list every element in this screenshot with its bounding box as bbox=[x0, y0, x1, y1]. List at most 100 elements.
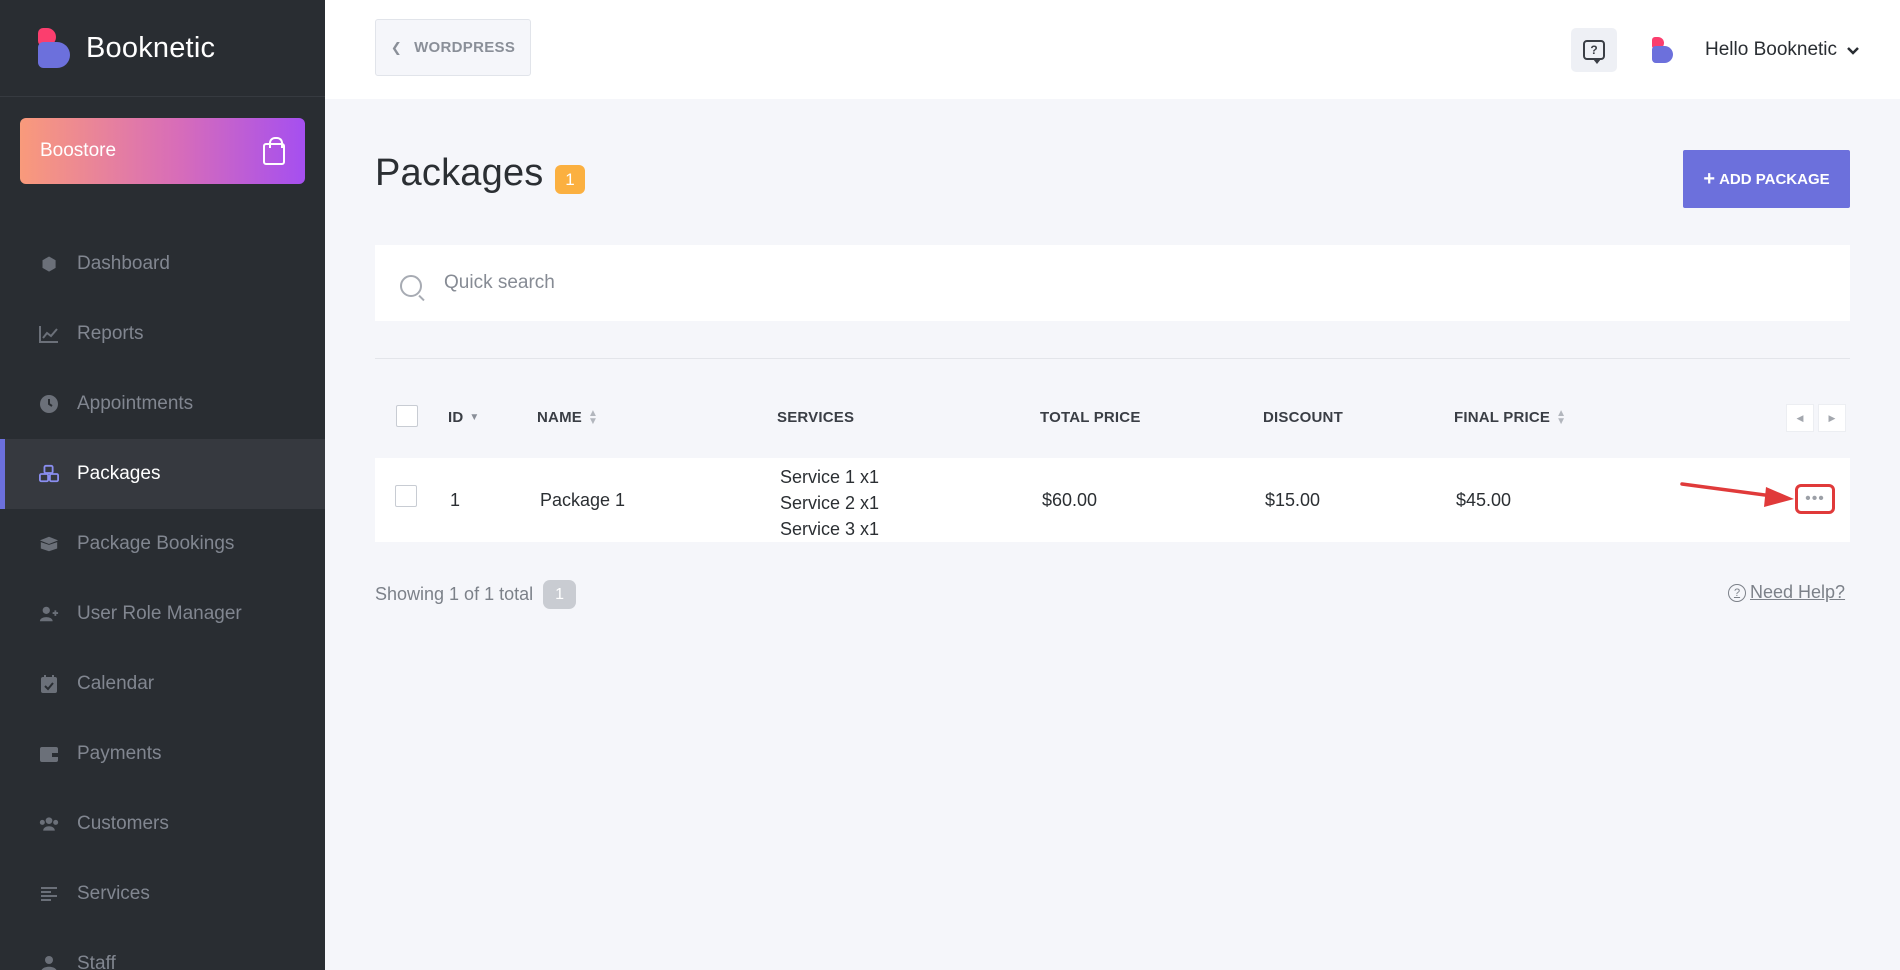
showing-text: Showing 1 of 1 total bbox=[375, 584, 534, 604]
sidebar-item-packages[interactable]: Packages bbox=[0, 439, 325, 509]
sidebar-item-label: Packages bbox=[77, 463, 161, 484]
service-item: Service 2 x1 bbox=[780, 493, 880, 513]
clock-icon bbox=[39, 394, 59, 414]
cell-total-price: $60.00 bbox=[1042, 490, 1098, 510]
user-avatar[interactable] bbox=[1652, 37, 1674, 63]
sidebar-item-dashboard[interactable]: ⬢ Dashboard bbox=[0, 229, 325, 299]
boostore-button[interactable]: Boostore bbox=[20, 118, 305, 184]
annotation-arrow bbox=[1680, 482, 1794, 507]
page-title: Packages bbox=[375, 152, 544, 194]
brand[interactable]: Booknetic bbox=[0, 0, 325, 97]
shopping-bag-icon bbox=[263, 136, 285, 165]
sidebar: Booknetic Boostore ⬢ Dashboard Reports A… bbox=[0, 0, 325, 970]
question-bubble-icon: ? bbox=[1583, 40, 1605, 64]
sidebar-item-label: Customers bbox=[77, 813, 169, 834]
brand-name: Booknetic bbox=[86, 31, 216, 64]
booknetic-logo-icon bbox=[38, 28, 72, 68]
sidebar-item-user-role-manager[interactable]: User Role Manager bbox=[0, 579, 325, 649]
sidebar-item-label: Staff bbox=[77, 953, 116, 970]
user-menu[interactable]: Hello Booknetic bbox=[1705, 36, 1859, 64]
sort-icon: ▲ ▼ bbox=[1556, 407, 1567, 427]
search-icon bbox=[400, 275, 422, 297]
sort-desc-icon: ▼ bbox=[469, 411, 480, 423]
count-badge: 1 bbox=[555, 165, 585, 194]
column-label: ID bbox=[448, 409, 464, 426]
table-row[interactable]: 1 Package 1 Service 1 x1 Service 2 x1 Se… bbox=[375, 458, 1850, 542]
chevron-down-icon bbox=[1847, 43, 1859, 58]
question-circle-icon: ? bbox=[1728, 583, 1746, 602]
service-item: Service 1 x1 bbox=[780, 467, 880, 487]
chart-line-icon bbox=[39, 324, 59, 344]
calendar-check-icon bbox=[39, 674, 59, 694]
user-plus-icon bbox=[39, 604, 59, 624]
divider bbox=[375, 358, 1850, 359]
cell-discount: $15.00 bbox=[1265, 490, 1321, 510]
column-label: FINAL PRICE bbox=[1454, 409, 1551, 426]
search-input[interactable] bbox=[444, 272, 1744, 294]
sidebar-item-label: Payments bbox=[77, 743, 162, 764]
sidebar-item-services[interactable]: Services bbox=[0, 859, 325, 929]
sidebar-item-staff[interactable]: Staff bbox=[0, 929, 325, 970]
select-all-checkbox[interactable] bbox=[396, 405, 418, 427]
sidebar-item-customers[interactable]: Customers bbox=[0, 789, 325, 859]
column-label: SERVICES bbox=[777, 409, 855, 426]
column-label: TOTAL PRICE bbox=[1040, 409, 1141, 426]
sidebar-item-label: User Role Manager bbox=[77, 603, 242, 624]
service-item: Service 3 x1 bbox=[780, 519, 880, 539]
align-left-icon bbox=[39, 884, 59, 904]
users-icon bbox=[39, 814, 59, 834]
plus-icon: + bbox=[1703, 167, 1716, 190]
row-checkbox[interactable] bbox=[395, 485, 417, 507]
need-help-link[interactable]: ? Need Help? bbox=[1728, 582, 1845, 603]
row-actions-button[interactable]: ••• bbox=[1795, 484, 1835, 514]
showing-summary: Showing 1 of 1 total 1 bbox=[375, 580, 577, 609]
caret-right-icon: ▶ bbox=[1828, 412, 1836, 423]
wallet-icon bbox=[39, 744, 59, 764]
page-number-badge[interactable]: 1 bbox=[543, 580, 577, 609]
column-header-discount: DISCOUNT bbox=[1263, 409, 1343, 426]
add-package-label: ADD PACKAGE bbox=[1719, 170, 1830, 188]
boostore-label: Boostore bbox=[40, 140, 117, 161]
scroll-right-button[interactable]: ▶ bbox=[1818, 404, 1846, 432]
sidebar-item-label: Services bbox=[77, 883, 150, 904]
sidebar-item-reports[interactable]: Reports bbox=[0, 299, 325, 369]
sidebar-item-label: Calendar bbox=[77, 673, 155, 694]
column-header-id[interactable]: ID ▼ bbox=[448, 409, 480, 426]
back-label: WORDPRESS bbox=[414, 39, 516, 56]
sort-icon: ▲ ▼ bbox=[587, 407, 599, 427]
column-label: NAME bbox=[537, 409, 582, 426]
column-header-final-price[interactable]: FINAL PRICE ▲ ▼ bbox=[1454, 407, 1567, 427]
cell-services: Service 1 x1 Service 2 x1 Service 3 x1 bbox=[780, 464, 879, 542]
sidebar-item-appointments[interactable]: Appointments bbox=[0, 369, 325, 439]
cell-name: Package 1 bbox=[540, 490, 626, 510]
sidebar-item-package-bookings[interactable]: Package Bookings bbox=[0, 509, 325, 579]
column-header-name[interactable]: NAME ▲ ▼ bbox=[537, 407, 599, 427]
top-header: ❮ WORDPRESS ? Hello Booknetic bbox=[325, 0, 1900, 99]
cube-icon: ⬢ bbox=[41, 253, 57, 274]
help-button[interactable]: ? bbox=[1571, 28, 1617, 72]
scroll-left-button[interactable]: ◀ bbox=[1786, 404, 1814, 432]
sidebar-item-payments[interactable]: Payments bbox=[0, 719, 325, 789]
back-to-wordpress-button[interactable]: ❮ WORDPRESS bbox=[375, 19, 531, 76]
chevron-left-icon: ❮ bbox=[390, 39, 403, 55]
sidebar-item-label: Dashboard bbox=[77, 253, 170, 274]
add-package-button[interactable]: + ADD PACKAGE bbox=[1683, 150, 1850, 208]
sidebar-item-label: Package Bookings bbox=[77, 533, 235, 554]
column-header-services: SERVICES bbox=[777, 409, 854, 426]
user-icon bbox=[39, 954, 59, 970]
sidebar-item-calendar[interactable]: Calendar bbox=[0, 649, 325, 719]
caret-left-icon: ◀ bbox=[1796, 412, 1804, 423]
cell-id: 1 bbox=[450, 490, 461, 510]
cell-final-price: $45.00 bbox=[1456, 490, 1512, 510]
sidebar-nav: ⬢ Dashboard Reports Appointments Package… bbox=[0, 229, 325, 970]
boxes-icon bbox=[39, 534, 59, 554]
search-bar bbox=[375, 245, 1850, 321]
more-horizontal-icon: ••• bbox=[1805, 490, 1825, 507]
user-greeting: Hello Booknetic bbox=[1705, 39, 1838, 60]
cubes-icon bbox=[39, 464, 59, 484]
column-header-total-price: TOTAL PRICE bbox=[1040, 409, 1141, 426]
need-help-label: Need Help? bbox=[1750, 582, 1846, 602]
sidebar-item-label: Reports bbox=[77, 323, 144, 344]
column-label: DISCOUNT bbox=[1263, 409, 1343, 426]
sidebar-item-label: Appointments bbox=[77, 393, 194, 414]
